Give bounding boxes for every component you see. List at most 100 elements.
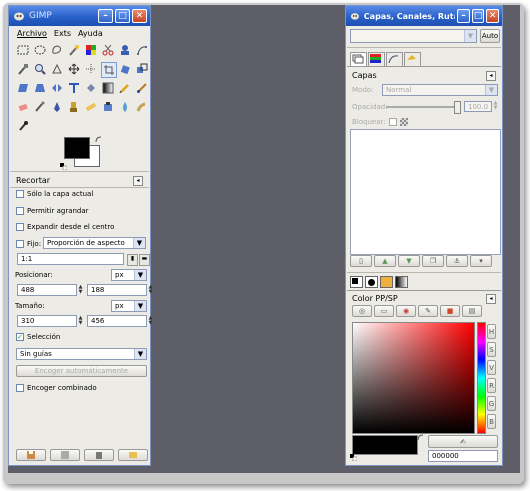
lock-pixels-checkbox[interactable] [388,118,397,126]
current-color-swatch[interactable] [352,435,418,455]
blend-icon[interactable] [101,81,115,95]
smudge-icon[interactable] [135,100,149,114]
palette-selector-tab[interactable]: ■ [440,305,460,317]
fixed-checkbox[interactable] [16,240,24,248]
size-width-input[interactable]: 310 [17,315,77,327]
position-x-spinner[interactable]: ▲ ▼ [78,285,83,295]
tab-channels[interactable] [368,52,385,67]
ratio-input[interactable]: 1:1 [17,253,124,265]
channel-s-button[interactable]: S [487,342,496,357]
channel-v-button[interactable]: V [487,360,496,375]
blur-icon[interactable] [118,100,132,114]
airbrush-icon[interactable] [33,100,47,114]
by-color-select-icon[interactable] [84,43,98,57]
option-current-layer[interactable]: Sólo la capa actual [16,190,93,198]
size-height-input[interactable]: 456 [87,315,147,327]
channel-r-button[interactable]: R [487,378,496,393]
free-select-icon[interactable] [50,43,64,57]
image-selector[interactable]: ▼ [350,29,477,43]
restore-options-button[interactable] [50,449,80,461]
scale-icon[interactable] [135,62,149,76]
landscape-icon[interactable]: ▮ [127,254,138,266]
auto-button[interactable]: Auto [480,29,500,43]
opacity-slider[interactable] [386,101,461,114]
gimp-selector-tab[interactable]: ◎ [352,305,372,317]
ink-icon[interactable] [50,100,64,114]
toolbox-titlebar[interactable]: GIMP – □ ✕ [9,6,150,26]
swap-colors-icon[interactable] [95,136,102,143]
save-options-button[interactable] [16,449,46,461]
delete-layer-button[interactable]: ▾ [470,255,492,267]
color-swatches[interactable] [60,136,102,170]
flip-icon[interactable] [50,81,64,95]
guides-dropdown[interactable]: Sin guías ▼ [16,348,147,360]
cmyk-selector-tab[interactable]: ▭ [374,305,394,317]
wheel-selector-tab[interactable]: ◉ [396,305,416,317]
tab-layers[interactable] [350,52,367,66]
scales-selector-tab[interactable]: ▤ [462,305,482,317]
perspective-icon[interactable] [33,81,47,95]
default-colors-icon[interactable] [350,454,357,461]
panel-menu-button[interactable]: ◂ [486,70,496,81]
tab-undo[interactable] [404,52,421,67]
menu-archivo[interactable]: Archivo [17,29,47,38]
panel-menu-button[interactable]: ◂ [133,175,143,186]
lower-layer-button[interactable]: ▼ [398,255,420,267]
minimize-button[interactable]: – [98,9,113,23]
panel-menu-button[interactable]: ◂ [486,293,496,304]
saturation-value-area[interactable] [352,322,475,434]
size-width-spinner[interactable]: ▲ ▼ [78,316,83,326]
position-y-input[interactable]: 188 [87,284,147,296]
dodge-burn-icon[interactable] [16,119,30,133]
allow-growing-checkbox[interactable] [16,207,24,215]
tab-pattern[interactable] [380,276,393,288]
new-layer-button[interactable]: ▯ [350,255,372,267]
pencil-icon[interactable] [118,81,132,95]
maximize-button[interactable]: □ [115,9,130,23]
auto-shrink-button[interactable]: Encoger automáticamente [16,365,147,377]
channel-b-button[interactable]: B [487,414,496,429]
portrait-icon[interactable]: ▬ [139,254,150,266]
duplicate-layer-button[interactable]: ❐ [422,255,444,267]
size-unit-dropdown[interactable]: px ▼ [111,300,147,312]
size-height-spinner[interactable]: ▲ ▼ [148,316,153,326]
clone-icon[interactable] [67,100,81,114]
tab-gradient[interactable] [395,276,408,288]
minimize-button[interactable]: – [457,9,470,23]
reset-options-button[interactable] [118,449,148,461]
expand-center-checkbox[interactable] [16,223,24,231]
delete-options-button[interactable] [84,449,114,461]
shear-icon[interactable] [16,81,30,95]
tab-paths[interactable] [386,52,403,67]
color-picker-icon[interactable] [16,62,30,76]
paths-icon[interactable] [135,43,149,57]
opacity-spinner[interactable]: ▲ ▼ [493,101,498,111]
close-button[interactable]: ✕ [486,9,500,23]
raise-layer-button[interactable]: ▲ [374,255,396,267]
opacity-input[interactable]: 100.0 [464,101,492,112]
move-icon[interactable] [67,62,81,76]
hue-strip[interactable] [477,322,486,434]
anchor-layer-button[interactable]: ⚓ [446,255,468,267]
fuzzy-select-icon[interactable] [67,43,81,57]
maximize-button[interactable]: □ [471,9,485,23]
rect-select-icon[interactable] [16,43,30,57]
color-picker-button[interactable]: ✍ [428,435,498,448]
menu-exts[interactable]: Exts [54,29,71,38]
default-colors-icon[interactable] [60,163,67,170]
shrink-merged-checkbox[interactable] [16,384,24,392]
fixed-dropdown[interactable]: Proporción de aspecto ▼ [43,237,146,249]
scissors-icon[interactable] [101,43,115,57]
selection-checkbox[interactable]: ✓ [16,333,24,341]
option-fixed[interactable]: Fijo: [16,240,41,248]
position-y-spinner[interactable]: ▲ ▼ [148,285,153,295]
dock-titlebar[interactable]: Capas, Canales, Rutas ... – □ ✕ [346,6,502,26]
position-x-input[interactable]: 488 [17,284,77,296]
position-unit-dropdown[interactable]: px ▼ [111,269,147,281]
close-button[interactable]: ✕ [132,9,147,23]
tab-brush[interactable] [365,276,378,288]
opacity-slider-handle[interactable] [454,101,461,114]
text-icon[interactable] [67,81,81,95]
hex-input[interactable]: 000000 [428,450,498,462]
rotate-icon[interactable] [118,62,132,76]
